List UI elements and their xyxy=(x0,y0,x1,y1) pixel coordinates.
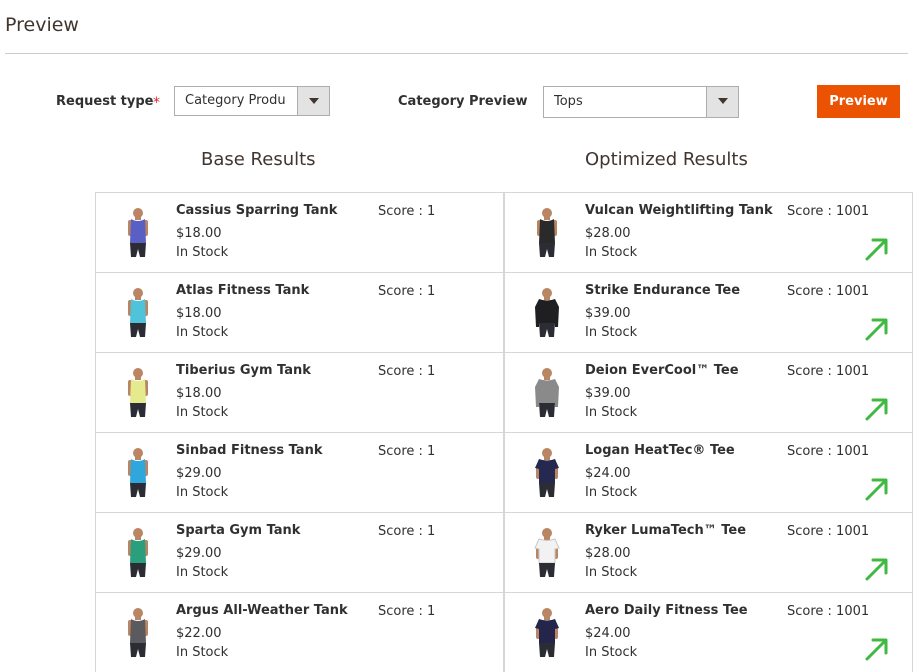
preview-button[interactable]: Preview xyxy=(817,85,900,118)
product-score: Score : 1 xyxy=(378,524,436,539)
arrow-up-right-icon xyxy=(865,558,888,581)
result-row: Sinbad Fitness Tank $29.00 In Stock Score :… xyxy=(95,433,504,513)
product-name[interactable]: Sinbad Fitness Tank xyxy=(176,443,322,458)
product-price: $18.00 xyxy=(176,226,222,241)
product-score: Score : 1 xyxy=(378,604,436,619)
stock-status: In Stock xyxy=(176,645,229,660)
product-score: Score : 1 xyxy=(378,204,436,219)
product-thumbnail xyxy=(128,368,148,417)
product-score: Score : 1 xyxy=(378,364,436,379)
product-thumbnail xyxy=(128,288,148,337)
arrow-up-right-icon xyxy=(865,398,888,421)
stock-status: In Stock xyxy=(176,565,229,580)
stock-status: In Stock xyxy=(176,485,229,500)
product-price: $24.00 xyxy=(585,466,631,481)
product-score: Score : 1 xyxy=(378,444,436,459)
product-score: Score : 1001 xyxy=(787,444,870,459)
product-score: Score : 1001 xyxy=(787,604,870,619)
product-score: Score : 1 xyxy=(378,284,436,299)
category-preview-value: Tops xyxy=(554,94,583,109)
product-thumbnail xyxy=(534,528,560,577)
optimized-results-heading: Optimized Results xyxy=(585,149,748,170)
product-thumbnail xyxy=(128,448,148,497)
product-name[interactable]: Ryker LumaTech™ Tee xyxy=(585,523,746,538)
title-divider xyxy=(5,53,908,54)
result-row: Sparta Gym Tank $29.00 In Stock Score : 1 xyxy=(95,513,504,593)
result-row: Atlas Fitness Tank $18.00 In Stock Score : … xyxy=(95,273,504,353)
chevron-down-icon[interactable] xyxy=(706,87,738,117)
page-title: Preview xyxy=(5,14,79,36)
stock-status: In Stock xyxy=(585,645,638,660)
product-name[interactable]: Cassius Sparring Tank xyxy=(176,203,337,218)
product-name[interactable]: Tiberius Gym Tank xyxy=(176,363,311,378)
product-name[interactable]: Sparta Gym Tank xyxy=(176,523,300,538)
result-row: Logan HeatTec® Tee $24.00 In Stock Score : … xyxy=(504,433,913,513)
product-score: Score : 1001 xyxy=(787,204,870,219)
stock-status: In Stock xyxy=(585,405,638,420)
chevron-down-icon[interactable] xyxy=(297,87,329,115)
product-thumbnail xyxy=(535,608,559,657)
required-marker: * xyxy=(153,95,160,111)
product-thumbnail xyxy=(128,608,148,657)
product-price: $39.00 xyxy=(585,306,631,321)
request-type-value: Category Produ xyxy=(185,93,286,108)
product-name[interactable]: Deion EverCool™ Tee xyxy=(585,363,739,378)
stock-status: In Stock xyxy=(176,325,229,340)
product-thumbnail xyxy=(537,208,557,257)
stock-status: In Stock xyxy=(585,325,638,340)
product-price: $18.00 xyxy=(176,386,222,401)
stock-status: In Stock xyxy=(585,485,638,500)
arrow-up-right-icon xyxy=(865,318,888,341)
product-name[interactable]: Strike Endurance Tee xyxy=(585,283,740,298)
product-score: Score : 1001 xyxy=(787,284,870,299)
product-name[interactable]: Atlas Fitness Tank xyxy=(176,283,309,298)
product-price: $29.00 xyxy=(176,546,222,561)
stock-status: In Stock xyxy=(176,245,229,260)
product-name[interactable]: Vulcan Weightlifting Tank xyxy=(585,203,773,218)
product-thumbnail xyxy=(535,368,559,417)
result-row: Aero Daily Fitness Tee $24.00 In Stock Scor… xyxy=(504,593,913,672)
stock-status: In Stock xyxy=(585,245,638,260)
result-row: Ryker LumaTech™ Tee $28.00 In Stock Score :… xyxy=(504,513,913,593)
product-price: $18.00 xyxy=(176,306,222,321)
arrow-up-right-icon xyxy=(865,478,888,501)
product-score: Score : 1001 xyxy=(787,364,870,379)
product-price: $22.00 xyxy=(176,626,222,641)
result-row: Tiberius Gym Tank $18.00 In Stock Score : 1 xyxy=(95,353,504,433)
product-name[interactable]: Logan HeatTec® Tee xyxy=(585,443,735,458)
product-price: $28.00 xyxy=(585,226,631,241)
product-thumbnail xyxy=(128,528,148,577)
category-preview-select[interactable]: Tops xyxy=(543,86,739,118)
product-thumbnail xyxy=(535,288,559,337)
result-row: Argus All-Weather Tank $22.00 In Stock Scor… xyxy=(95,593,504,672)
result-row: Cassius Sparring Tank $18.00 In Stock Score… xyxy=(95,193,504,273)
product-price: $24.00 xyxy=(585,626,631,641)
category-preview-label: Category Preview xyxy=(398,94,528,109)
optimized-results-list: Vulcan Weightlifting Tank $28.00 In Stock S… xyxy=(504,192,913,672)
product-thumbnail xyxy=(128,208,148,257)
product-price: $28.00 xyxy=(585,546,631,561)
stock-status: In Stock xyxy=(585,565,638,580)
stock-status: In Stock xyxy=(176,405,229,420)
arrow-up-right-icon xyxy=(865,238,888,261)
request-type-select[interactable]: Category Produ xyxy=(174,86,330,116)
result-row: Strike Endurance Tee $39.00 In Stock Score … xyxy=(504,273,913,353)
arrow-up-right-icon xyxy=(865,638,888,661)
base-results-heading: Base Results xyxy=(201,149,316,170)
product-name[interactable]: Aero Daily Fitness Tee xyxy=(585,603,748,618)
base-results-list: Cassius Sparring Tank $18.00 In Stock Score… xyxy=(95,192,504,672)
product-price: $39.00 xyxy=(585,386,631,401)
result-row: Vulcan Weightlifting Tank $28.00 In Stock S… xyxy=(504,193,913,273)
request-type-label: Request type xyxy=(56,94,154,109)
result-row: Deion EverCool™ Tee $39.00 In Stock Score :… xyxy=(504,353,913,433)
product-thumbnail xyxy=(535,448,559,497)
product-score: Score : 1001 xyxy=(787,524,870,539)
product-name[interactable]: Argus All-Weather Tank xyxy=(176,603,348,618)
product-price: $29.00 xyxy=(176,466,222,481)
